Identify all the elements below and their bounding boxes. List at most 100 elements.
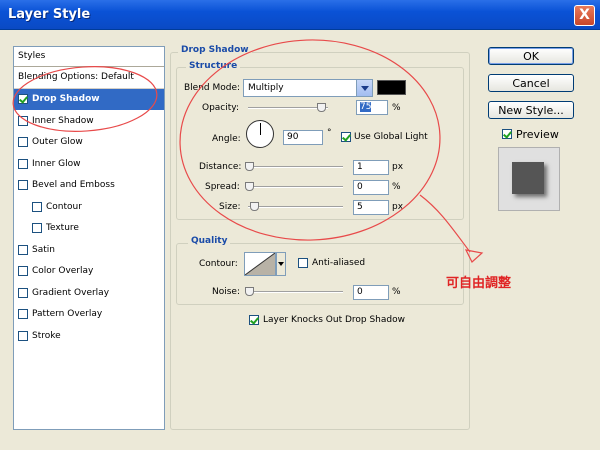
style-item-label: Color Overlay xyxy=(32,266,94,277)
angle-label: Angle: xyxy=(212,134,241,144)
annotation-note: 可自由調整 xyxy=(446,276,512,291)
outer-glow-checkbox[interactable] xyxy=(18,137,28,148)
noise-input[interactable]: 0 xyxy=(353,285,389,300)
blend-mode-select[interactable]: Multiply xyxy=(243,79,373,97)
style-item-inner-shadow[interactable]: Inner Shadow xyxy=(14,110,164,132)
new-style-button[interactable]: New Style... xyxy=(488,101,574,119)
drop-shadow-checkbox[interactable] xyxy=(18,94,28,105)
size-label: Size: xyxy=(219,202,241,212)
style-item-label: Gradient Overlay xyxy=(32,287,110,298)
style-item-label: Texture xyxy=(46,223,79,234)
stroke-checkbox[interactable] xyxy=(18,330,28,341)
preview-label: Preview xyxy=(516,128,559,141)
close-icon: X xyxy=(579,7,590,23)
style-item-stroke[interactable]: Stroke xyxy=(14,325,164,347)
blend-mode-label: Blend Mode: xyxy=(184,83,241,93)
style-item-texture[interactable]: Texture xyxy=(14,218,164,240)
knockout-label: Layer Knocks Out Drop Shadow xyxy=(263,315,405,325)
opacity-input[interactable]: 75 xyxy=(356,100,388,115)
preview-swatch xyxy=(512,162,544,194)
style-item-label: Stroke xyxy=(32,330,61,341)
style-item-label: Drop Shadow xyxy=(32,94,100,105)
style-item-label: Contour xyxy=(46,201,82,212)
chevron-down-icon xyxy=(278,262,284,266)
spread-input[interactable]: 0 xyxy=(353,180,389,195)
style-item-inner-glow[interactable]: Inner Glow xyxy=(14,153,164,175)
angle-dial[interactable] xyxy=(246,120,274,148)
close-button[interactable]: X xyxy=(574,5,595,26)
opacity-slider-thumb[interactable] xyxy=(317,103,326,112)
style-item-label: Pattern Overlay xyxy=(32,309,103,320)
opacity-slider-track[interactable] xyxy=(248,107,328,109)
window-title: Layer Style xyxy=(8,7,91,22)
ok-button[interactable]: OK xyxy=(488,47,574,65)
distance-input[interactable]: 1 xyxy=(353,160,389,175)
title-bar: Layer Style X xyxy=(0,0,600,30)
inner-glow-checkbox[interactable] xyxy=(18,158,28,169)
global-light-label: Use Global Light xyxy=(354,132,428,142)
satin-checkbox[interactable] xyxy=(18,244,28,255)
blend-mode-value: Multiply xyxy=(248,83,284,93)
opacity-unit: % xyxy=(392,103,401,113)
angle-unit: ° xyxy=(327,128,332,138)
distance-label: Distance: xyxy=(199,162,242,172)
distance-unit: px xyxy=(392,162,404,172)
style-item-blending-options[interactable]: Blending Options: Default xyxy=(14,67,164,89)
spread-unit: % xyxy=(392,182,401,192)
style-item-outer-glow[interactable]: Outer Glow xyxy=(14,132,164,154)
style-item-contour[interactable]: Contour xyxy=(14,196,164,218)
contour-curve-icon xyxy=(244,252,276,276)
knockout-checkbox[interactable] xyxy=(249,315,259,325)
preview-thumbnail xyxy=(498,147,560,211)
style-item-color-overlay[interactable]: Color Overlay xyxy=(14,261,164,283)
drop-shadow-title: Drop Shadow xyxy=(178,45,252,55)
contour-dropdown-button[interactable] xyxy=(276,252,286,276)
contour-picker[interactable] xyxy=(244,252,276,276)
size-slider-thumb[interactable] xyxy=(250,202,259,211)
style-item-label: Blending Options: Default xyxy=(18,72,134,83)
angle-input[interactable]: 90 xyxy=(283,130,323,145)
size-input[interactable]: 5 xyxy=(353,200,389,215)
preview-checkbox[interactable] xyxy=(502,129,512,139)
pattern-overlay-checkbox[interactable] xyxy=(18,309,28,320)
cancel-button[interactable]: Cancel xyxy=(488,74,574,92)
opacity-label: Opacity: xyxy=(202,103,239,113)
noise-label: Noise: xyxy=(212,287,240,297)
noise-slider-track[interactable] xyxy=(248,291,343,293)
size-unit: px xyxy=(392,202,404,212)
noise-slider-thumb[interactable] xyxy=(245,287,254,296)
texture-checkbox[interactable] xyxy=(32,223,42,234)
spread-label: Spread: xyxy=(205,182,240,192)
style-item-gradient-overlay[interactable]: Gradient Overlay xyxy=(14,282,164,304)
spread-slider-track[interactable] xyxy=(248,186,343,188)
distance-slider-thumb[interactable] xyxy=(245,162,254,171)
gradient-overlay-checkbox[interactable] xyxy=(18,287,28,298)
style-item-label: Inner Glow xyxy=(32,158,81,169)
spread-slider-thumb[interactable] xyxy=(245,182,254,191)
contour-checkbox[interactable] xyxy=(32,201,42,212)
anti-aliased-checkbox[interactable] xyxy=(298,258,308,268)
color-overlay-checkbox[interactable] xyxy=(18,266,28,277)
style-item-bevel-emboss[interactable]: Bevel and Emboss xyxy=(14,175,164,197)
style-item-label: Satin xyxy=(32,244,55,255)
inner-shadow-checkbox[interactable] xyxy=(18,115,28,126)
style-item-satin[interactable]: Satin xyxy=(14,239,164,261)
style-item-label: Inner Shadow xyxy=(32,115,94,126)
style-item-drop-shadow[interactable]: Drop Shadow xyxy=(14,88,164,110)
quality-title: Quality xyxy=(188,236,231,246)
contour-label: Contour: xyxy=(199,259,238,269)
global-light-checkbox[interactable] xyxy=(341,132,351,142)
distance-slider-track[interactable] xyxy=(248,166,343,168)
styles-header: Styles xyxy=(14,47,164,67)
structure-title: Structure xyxy=(186,61,241,71)
bevel-emboss-checkbox[interactable] xyxy=(18,180,28,191)
size-slider-track[interactable] xyxy=(248,206,343,208)
style-item-label: Bevel and Emboss xyxy=(32,180,115,191)
style-item-label: Outer Glow xyxy=(32,137,83,148)
style-item-pattern-overlay[interactable]: Pattern Overlay xyxy=(14,304,164,326)
chevron-down-icon xyxy=(356,80,372,96)
anti-aliased-label: Anti-aliased xyxy=(312,258,366,268)
noise-unit: % xyxy=(392,287,401,297)
styles-list: Styles Blending Options: Default Drop Sh… xyxy=(13,46,165,430)
shadow-color-swatch[interactable] xyxy=(377,80,406,95)
